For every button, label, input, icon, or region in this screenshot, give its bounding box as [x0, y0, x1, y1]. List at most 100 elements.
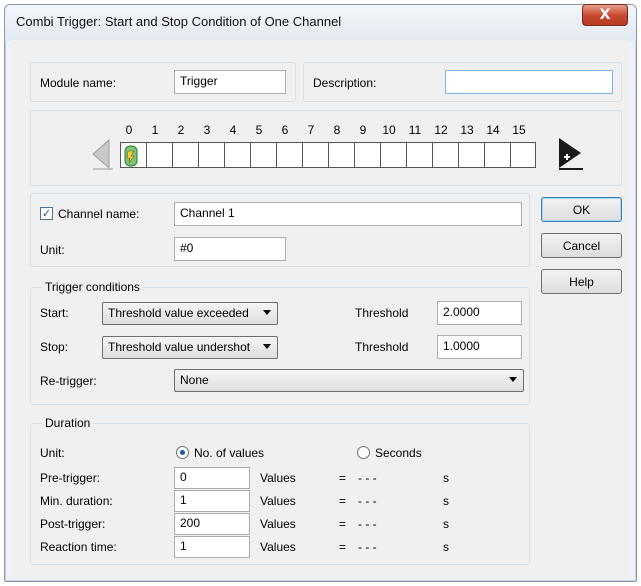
pre-trigger-field[interactable]: 0	[174, 467, 250, 489]
scroll-left-arrow-icon	[87, 138, 115, 170]
channel-slot-2[interactable]	[172, 142, 198, 168]
add-channel-arrow-icon	[559, 138, 583, 170]
stop-condition-dropdown[interactable]: Threshold value undershot	[102, 336, 278, 359]
post-trigger-field[interactable]: 200	[174, 513, 250, 535]
start-threshold-field[interactable]: 2.0000	[437, 301, 522, 325]
stop-threshold-field[interactable]: 1.0000	[437, 335, 522, 359]
min-duration-seconds-unit: s	[443, 494, 449, 508]
close-button[interactable]: X	[582, 4, 628, 26]
min-duration-unit: Values	[260, 494, 296, 508]
no-of-values-radio[interactable]	[176, 446, 189, 459]
reaction-time-result: - - -	[358, 540, 377, 554]
post-trigger-result: - - -	[358, 517, 377, 531]
seconds-label[interactable]: Seconds	[375, 446, 422, 460]
channel-slot-15[interactable]	[510, 142, 536, 168]
channel-slot-12[interactable]	[432, 142, 458, 168]
unit-field[interactable]: #0	[174, 237, 286, 261]
post-trigger-seconds-unit: s	[443, 517, 449, 531]
channel-number-5: 5	[255, 123, 263, 137]
channel-number-12: 12	[434, 123, 448, 137]
channel-number-0: 0	[125, 123, 133, 137]
stop-threshold-label: Threshold	[355, 340, 409, 354]
stop-label: Stop:	[40, 340, 69, 354]
channel-number-13: 13	[460, 123, 474, 137]
start-threshold-label: Threshold	[355, 306, 409, 320]
pre-trigger-seconds-unit: s	[443, 471, 449, 485]
description-label: Description:	[313, 76, 377, 90]
help-button[interactable]: Help	[541, 269, 622, 294]
reaction-time-equals: =	[339, 540, 347, 554]
scroll-left-button[interactable]	[87, 138, 115, 170]
channel-slot-10[interactable]	[380, 142, 406, 168]
window-title: Combi Trigger: Start and Stop Condition …	[16, 14, 342, 29]
pre-trigger-equals: =	[339, 471, 347, 485]
channel-number-11: 11	[408, 123, 422, 137]
channel-number-7: 7	[307, 123, 315, 137]
channel-slot-14[interactable]	[484, 142, 510, 168]
min-duration-equals: =	[339, 494, 347, 508]
reaction-time-label: Reaction time:	[40, 540, 117, 554]
chevron-down-icon	[263, 344, 271, 349]
chevron-down-icon	[509, 377, 517, 382]
description-field[interactable]	[445, 70, 613, 94]
retrigger-value: None	[180, 373, 209, 387]
channel-slot-6[interactable]	[276, 142, 302, 168]
check-icon: ✓	[41, 207, 52, 220]
retrigger-dropdown[interactable]: None	[174, 369, 524, 392]
stop-condition-value: Threshold value undershot	[108, 340, 251, 354]
channel-slot-5[interactable]	[250, 142, 276, 168]
add-channel-button[interactable]	[555, 136, 585, 170]
start-condition-dropdown[interactable]: Threshold value exceeded	[102, 302, 278, 325]
channel-number-6: 6	[281, 123, 289, 137]
channel-enabled-checkbox[interactable]: ✓	[40, 207, 53, 220]
chevron-down-icon	[263, 310, 271, 315]
reaction-time-field[interactable]: 1	[174, 536, 250, 558]
channel-number-14: 14	[486, 123, 500, 137]
pre-trigger-result: - - -	[358, 471, 377, 485]
active-channel-icon	[124, 145, 138, 167]
post-trigger-equals: =	[339, 517, 347, 531]
channel-number-4: 4	[229, 123, 237, 137]
min-duration-label: Min. duration:	[40, 494, 113, 508]
unit-label: Unit:	[40, 243, 65, 257]
channel-number-9: 9	[359, 123, 367, 137]
channel-slot-1[interactable]	[146, 142, 172, 168]
retrigger-label: Re-trigger:	[40, 374, 97, 388]
pre-trigger-unit: Values	[260, 471, 296, 485]
module-name-label: Module name:	[40, 76, 117, 90]
no-of-values-label[interactable]: No. of values	[194, 446, 264, 460]
reaction-time-seconds-unit: s	[443, 540, 449, 554]
start-condition-value: Threshold value exceeded	[108, 306, 249, 320]
ok-button[interactable]: OK	[541, 197, 622, 222]
post-trigger-unit: Values	[260, 517, 296, 531]
channel-number-2: 2	[177, 123, 185, 137]
channel-slot-9[interactable]	[354, 142, 380, 168]
channel-slot-3[interactable]	[198, 142, 224, 168]
channel-slot-7[interactable]	[302, 142, 328, 168]
pre-trigger-label: Pre-trigger:	[40, 471, 101, 485]
post-trigger-label: Post-trigger:	[40, 517, 106, 531]
seconds-radio[interactable]	[357, 446, 370, 459]
duration-legend: Duration	[42, 416, 94, 430]
channel-number-15: 15	[512, 123, 526, 137]
module-name-field[interactable]: Trigger	[174, 70, 286, 94]
channel-name-label: Channel name:	[58, 207, 140, 221]
close-icon: X	[599, 7, 611, 23]
duration-unit-label: Unit:	[40, 446, 65, 460]
min-duration-field[interactable]: 1	[174, 490, 250, 512]
channel-number-8: 8	[333, 123, 341, 137]
channel-number-1: 1	[151, 123, 159, 137]
start-label: Start:	[40, 306, 69, 320]
min-duration-result: - - -	[358, 494, 377, 508]
channel-slot-8[interactable]	[328, 142, 354, 168]
channel-number-3: 3	[203, 123, 211, 137]
channel-slot-0[interactable]	[120, 142, 146, 168]
channel-slot-13[interactable]	[458, 142, 484, 168]
channel-number-10: 10	[382, 123, 396, 137]
reaction-time-unit: Values	[260, 540, 296, 554]
trigger-conditions-legend: Trigger conditions	[42, 280, 143, 294]
channel-slot-11[interactable]	[406, 142, 432, 168]
channel-slot-4[interactable]	[224, 142, 250, 168]
cancel-button[interactable]: Cancel	[541, 233, 622, 258]
channel-name-field[interactable]: Channel 1	[174, 202, 522, 226]
